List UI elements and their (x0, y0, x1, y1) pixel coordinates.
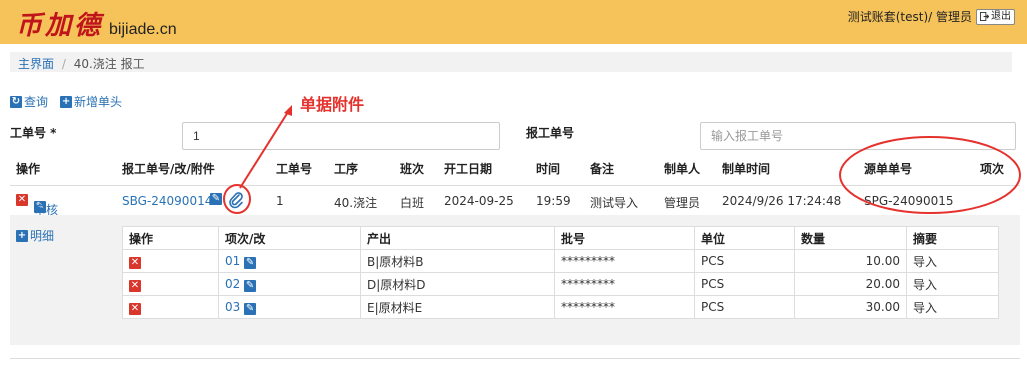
col-created-time: 制单时间 (722, 162, 771, 176)
cell-time: 19:59 (536, 194, 571, 208)
detail-batch: ********* (554, 295, 695, 319)
logo-domain: bijiade.cn (109, 21, 177, 38)
action-bar: ↻ 查询 + 新增单头 (10, 93, 122, 110)
search-form: 工单号 * 报工单号 (10, 122, 1020, 152)
detail-item-link[interactable]: 03 (225, 300, 240, 314)
detail-col-item: 项次/改 (218, 226, 361, 250)
delete-icon[interactable]: ✕ (16, 194, 28, 206)
work-order-input[interactable] (182, 122, 500, 150)
report-no-label: 报工单号 (526, 126, 575, 140)
new-header-button[interactable]: + 新增单头 (60, 93, 122, 110)
detail-row: ✕ 02 ✎ D|原材料D ********* PCS 20.00 导入 (122, 272, 999, 296)
plus-icon: + (60, 95, 73, 108)
detail-output: D|原材料D (360, 272, 555, 296)
user-area: 测试账套(test)/ 管理员 退出 (848, 8, 1015, 25)
detail-item-link[interactable]: 02 (225, 277, 240, 291)
cell-process: 40.浇注 (334, 196, 378, 210)
col-time: 时间 (536, 162, 561, 176)
detail-unit: PCS (694, 249, 795, 273)
cell-shift: 白班 (400, 196, 425, 210)
detail-col-output: 产出 (360, 226, 555, 250)
edit-icon[interactable]: ✎ (244, 302, 257, 315)
paperclip-icon[interactable] (228, 191, 244, 212)
report-no-link[interactable]: SBG-24090014 (122, 194, 212, 208)
col-ops: 操作 (16, 162, 41, 176)
col-creator: 制单人 (664, 162, 701, 176)
delete-icon[interactable]: ✕ (129, 302, 141, 315)
detail-qty: 10.00 (794, 249, 907, 273)
grid-header: 操作 报工单号/改/附件 工单号 工序 班次 开工日期 时间 备注 制单人 制单… (10, 160, 1020, 180)
breadcrumb-home[interactable]: 主界面 (18, 57, 54, 71)
detail-toggle-button[interactable]: + 明细 (16, 227, 54, 244)
col-item-no: 项次 (980, 162, 1005, 176)
table-row: ✕ ✎ 审核 SBG-24090014 ✎ 1 40.浇注 白班 2024-09… (10, 185, 1020, 217)
detail-col-unit: 单位 (694, 226, 795, 250)
detail-qty: 20.00 (794, 272, 907, 296)
detail-summary: 导入 (906, 272, 999, 296)
annotation-arrowhead (284, 105, 292, 116)
logout-label: 退出 (991, 10, 1011, 22)
detail-col-ops: 操作 (122, 226, 219, 250)
report-no-input[interactable] (700, 122, 1016, 150)
detail-table: 操作 项次/改 产出 批号 单位 数量 摘要 ✕ 01 ✎ B|原材料B ***… (122, 226, 999, 319)
logo-text: 币加德 (16, 11, 104, 41)
detail-output: E|原材料E (360, 295, 555, 319)
cell-creator: 管理员 (664, 196, 701, 210)
detail-summary: 导入 (906, 295, 999, 319)
edit-icon[interactable]: ✎ (244, 256, 257, 269)
delete-icon[interactable]: ✕ (129, 256, 141, 269)
col-report-no: 报工单号/改/附件 (122, 162, 215, 176)
detail-col-qty: 数量 (794, 226, 907, 250)
delete-icon[interactable]: ✕ (129, 279, 141, 292)
edit-icon[interactable]: ✎ (210, 193, 222, 205)
detail-toggle-label: 明细 (30, 229, 55, 243)
logout-button[interactable]: 退出 (976, 8, 1015, 25)
detail-batch: ********* (554, 249, 695, 273)
col-process: 工序 (334, 162, 359, 176)
detail-qty: 30.00 (794, 295, 907, 319)
query-button[interactable]: ↻ 查询 (10, 93, 48, 110)
detail-output: B|原材料B (360, 249, 555, 273)
col-remark: 备注 (590, 162, 615, 176)
detail-header-row: 操作 项次/改 产出 批号 单位 数量 摘要 (122, 226, 999, 250)
detail-col-summary: 摘要 (906, 226, 999, 250)
user-info[interactable]: 测试账套(test)/ 管理员 (848, 8, 972, 25)
work-order-label: 工单号 * (10, 126, 57, 140)
cell-work-order: 1 (276, 194, 284, 208)
detail-row: ✕ 01 ✎ B|原材料B ********* PCS 10.00 导入 (122, 249, 999, 273)
detail-summary: 导入 (906, 249, 999, 273)
logo[interactable]: 币加德 bijiade.cn (16, 5, 177, 41)
plus-icon: + (16, 229, 28, 242)
detail-item-link[interactable]: 01 (225, 254, 240, 268)
cell-source-no: SPG-24090015 (864, 194, 954, 208)
cell-created-time: 2024/9/26 17:24:48 (722, 194, 842, 208)
edit-icon[interactable]: ✎ (244, 279, 257, 292)
breadcrumb-separator: / (61, 57, 66, 71)
breadcrumb: 主界面 / 40.浇注 报工 (10, 52, 1012, 72)
query-label: 查询 (24, 95, 49, 109)
refresh-icon: ↻ (10, 95, 22, 108)
detail-batch: ********* (554, 272, 695, 296)
col-work-order: 工单号 (276, 162, 313, 176)
detail-panel: + 明细 操作 项次/改 产出 批号 单位 数量 摘要 ✕ 01 ✎ B|原材料… (10, 215, 1020, 345)
top-bar: 币加德 bijiade.cn 测试账套(test)/ 管理员 退出 (0, 0, 1027, 44)
breadcrumb-current: 40.浇注 报工 (73, 57, 145, 71)
col-start-date: 开工日期 (444, 162, 493, 176)
cell-start-date: 2024-09-25 (444, 194, 514, 208)
cell-remark: 测试导入 (590, 196, 639, 210)
new-header-label: 新增单头 (74, 95, 123, 109)
annotation-label: 单据附件 (300, 95, 365, 114)
detail-col-batch: 批号 (554, 226, 695, 250)
bottom-divider (10, 358, 1020, 359)
detail-unit: PCS (694, 272, 795, 296)
col-shift: 班次 (400, 162, 425, 176)
logout-icon (980, 12, 989, 21)
detail-unit: PCS (694, 295, 795, 319)
col-source-no: 源单单号 (864, 162, 913, 176)
detail-row: ✕ 03 ✎ E|原材料E ********* PCS 30.00 导入 (122, 295, 999, 319)
